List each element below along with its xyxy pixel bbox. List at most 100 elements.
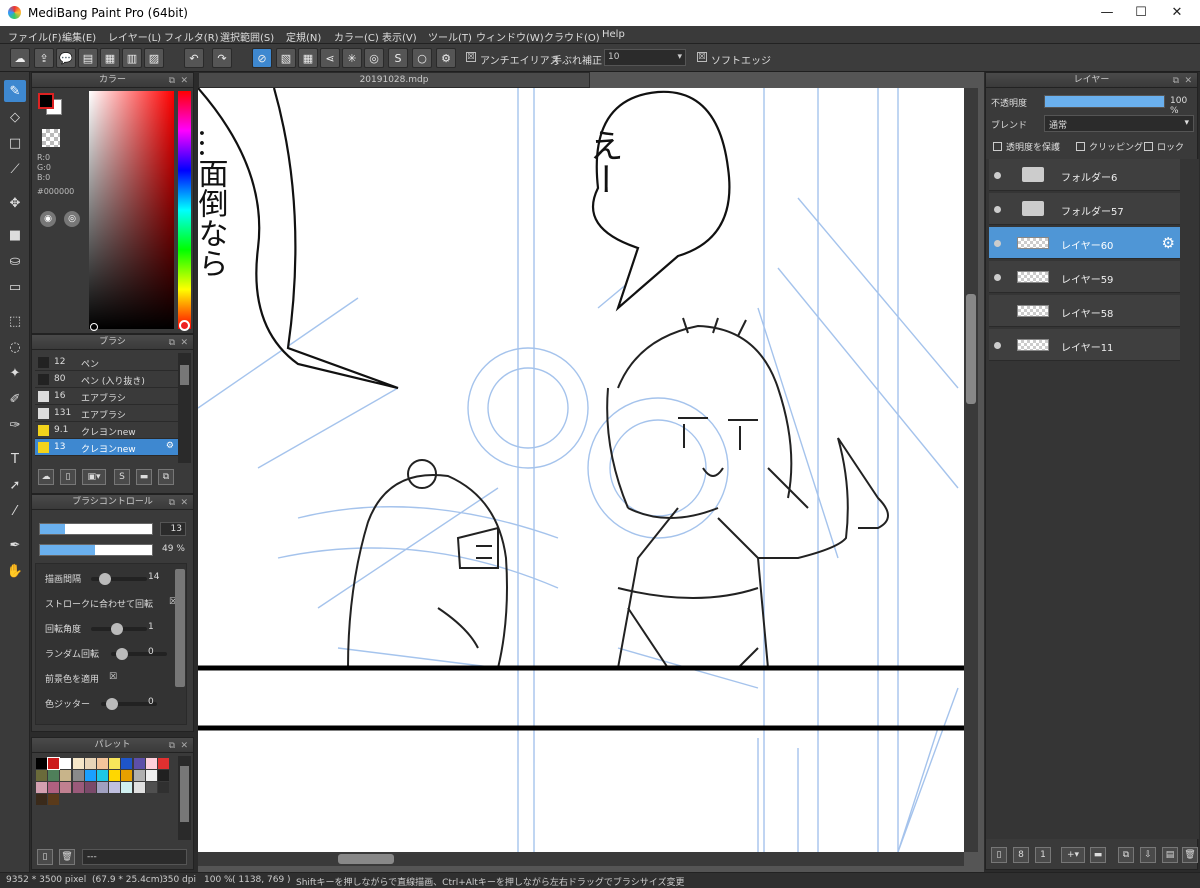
palette-swatch[interactable] — [109, 770, 121, 781]
palette-delete-icon[interactable]: 🗑 — [59, 849, 75, 865]
menu-color[interactable]: カラー(C) — [334, 29, 379, 44]
new-1bit-layer-icon[interactable]: 1 — [1035, 847, 1051, 863]
page-icon[interactable]: ▦ — [100, 48, 120, 68]
popout-icon[interactable]: ⧉ — [1173, 74, 1179, 88]
palette-swatch[interactable] — [109, 782, 121, 793]
layout-icon[interactable]: ▨ — [144, 48, 164, 68]
palette-swatch[interactable] — [109, 758, 121, 769]
brush-size-value[interactable]: 13 — [160, 522, 186, 536]
duplicate-layer-icon[interactable]: ⧉ — [1118, 847, 1134, 863]
lasso-tool-icon[interactable]: ◌ — [4, 336, 26, 358]
select-eraser-tool-icon[interactable]: ✑ — [4, 414, 26, 436]
add-layer-menu-icon[interactable]: +▾ — [1061, 847, 1085, 863]
visibility-icon[interactable] — [994, 240, 1001, 247]
snap-settings-icon[interactable]: ⚙ — [436, 48, 456, 68]
menu-cloud[interactable]: クラウド(O) — [544, 29, 600, 44]
palette-swatch[interactable] — [72, 758, 84, 769]
protect-alpha-checkbox[interactable] — [993, 142, 1002, 151]
palette-swatch[interactable] — [72, 782, 84, 793]
palette-swatch[interactable] — [47, 757, 61, 770]
palette-swatch[interactable] — [36, 758, 47, 769]
palette-swatch[interactable] — [48, 782, 60, 793]
speech-bubble-icon[interactable]: 💬 — [56, 48, 76, 68]
snap-curve-icon[interactable]: S — [388, 48, 408, 68]
color-wheel-icon[interactable]: ◎ — [64, 211, 80, 227]
eyedropper-tool-icon[interactable]: ✒ — [4, 534, 26, 556]
canvas-horizontal-scrollbar[interactable] — [198, 852, 964, 866]
redo-icon[interactable]: ↷ — [212, 48, 232, 68]
palette-swatch[interactable] — [158, 758, 169, 769]
options-scrollbar[interactable] — [175, 569, 185, 687]
menu-tool[interactable]: ツール(T) — [428, 29, 472, 44]
select-tool-icon[interactable]: ⬚ — [4, 310, 26, 332]
palette-swatch[interactable] — [60, 782, 72, 793]
brush-download-icon[interactable]: ☁ — [38, 469, 54, 485]
visibility-icon[interactable] — [994, 172, 1001, 179]
visibility-icon[interactable] — [994, 342, 1001, 349]
close-button[interactable]: ✕ — [1154, 0, 1200, 26]
clipping-checkbox[interactable] — [1076, 142, 1085, 151]
menu-ruler[interactable]: 定規(N) — [286, 29, 321, 44]
layer-opacity-slider[interactable] — [1044, 95, 1165, 108]
palette-swatch[interactable] — [84, 758, 96, 769]
dot-tool-icon[interactable]: □ — [4, 132, 26, 154]
gear-icon[interactable]: ⚙ — [166, 441, 174, 451]
menu-selection[interactable]: 選択範囲(S) — [220, 29, 274, 44]
undo-icon[interactable]: ↶ — [184, 48, 204, 68]
close-icon[interactable]: ✕ — [180, 336, 188, 350]
layer-item[interactable]: レイヤー58 — [989, 295, 1180, 327]
brush-item[interactable]: 9.1 クレヨンnew — [35, 422, 178, 439]
palette-swatch[interactable] — [97, 758, 108, 769]
popout-icon[interactable]: ⧉ — [169, 336, 175, 350]
snap-radial-icon[interactable]: ✳ — [342, 48, 362, 68]
palette-swatch[interactable] — [121, 758, 133, 769]
merge-down-icon[interactable]: ⇩ — [1140, 847, 1156, 863]
palette-icon[interactable]: ◉ — [40, 211, 56, 227]
palette-swatch[interactable] — [121, 782, 133, 793]
drawing-canvas[interactable]: …面倒なら えー — [198, 88, 964, 852]
popout-icon[interactable]: ⧉ — [169, 74, 175, 88]
slider-knob[interactable] — [110, 623, 123, 635]
snap-ellipse-icon[interactable]: ○ — [412, 48, 432, 68]
brush-add-menu-icon[interactable]: ▣▾ — [82, 469, 106, 485]
palette-new-icon[interactable]: ▯ — [37, 849, 53, 865]
bucket-tool-icon[interactable]: ⛀ — [4, 250, 26, 272]
palette-scrollbar[interactable] — [178, 756, 191, 840]
visibility-icon[interactable] — [994, 206, 1001, 213]
close-icon[interactable]: ✕ — [180, 74, 188, 88]
menu-help[interactable]: Help — [602, 29, 625, 40]
palette-swatch[interactable] — [133, 770, 145, 781]
close-icon[interactable]: ✕ — [180, 496, 188, 510]
soft-edge-checkbox[interactable]: ☒ — [697, 52, 707, 62]
transparent-color-swatch[interactable] — [42, 129, 60, 147]
brush-duplicate-icon[interactable]: ⧉ — [158, 469, 174, 485]
menu-edit[interactable]: 編集(E) — [62, 29, 96, 44]
snap-grid-icon[interactable]: ▦ — [298, 48, 318, 68]
document-tab[interactable]: 20191028.mdp — [198, 72, 590, 88]
layer-item[interactable]: フォルダー57 — [989, 193, 1180, 225]
menu-file[interactable]: ファイル(F) — [8, 29, 62, 44]
move-tool-icon[interactable]: ✥ — [4, 192, 26, 214]
snap-circle-icon[interactable]: ◎ — [364, 48, 384, 68]
operation-tool-icon[interactable]: ➚ — [4, 474, 26, 496]
shape-tool-icon[interactable]: ■ — [4, 224, 26, 246]
panel-icon[interactable]: ▥ — [122, 48, 142, 68]
new-layer-icon[interactable]: ▯ — [991, 847, 1007, 863]
brush-item[interactable]: 16 エアブラシ — [35, 388, 178, 405]
new-8bit-layer-icon[interactable]: 8 — [1013, 847, 1029, 863]
brush-tool-icon[interactable]: ✎ — [4, 80, 26, 102]
close-icon[interactable]: ✕ — [1184, 74, 1192, 88]
menu-layer[interactable]: レイヤー(L) — [108, 29, 161, 44]
palette-name-field[interactable]: --- — [82, 849, 187, 865]
gradient-tool-icon[interactable]: ▭ — [4, 276, 26, 298]
palette-swatch[interactable] — [36, 770, 47, 781]
close-icon[interactable]: ✕ — [180, 739, 188, 753]
brush-item[interactable]: 131 エアブラシ — [35, 405, 178, 422]
brush-option-slider[interactable] — [91, 573, 147, 585]
snap-off-icon[interactable]: ⊘ — [252, 48, 272, 68]
palette-swatch[interactable] — [145, 758, 157, 769]
slider-knob[interactable] — [98, 573, 111, 585]
palette-swatch[interactable] — [158, 782, 169, 793]
menu-window[interactable]: ウィンドウ(W) — [476, 29, 544, 44]
palette-swatch[interactable] — [133, 758, 145, 769]
